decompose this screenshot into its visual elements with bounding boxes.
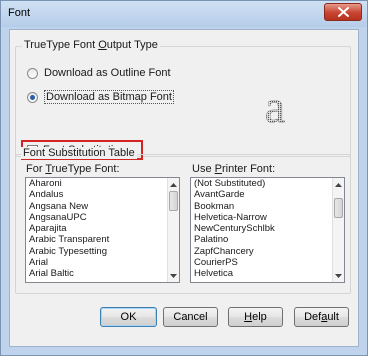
scroll-thumb[interactable]	[169, 191, 178, 211]
list-item[interactable]: Palatino	[191, 234, 344, 245]
list-item[interactable]: Arial	[26, 257, 179, 268]
printer-list-scrollbar[interactable]	[332, 178, 344, 282]
truetype-font-label: For TrueType Font:	[26, 163, 120, 175]
list-item[interactable]: Helvetica-Narrow	[191, 212, 344, 223]
printer-font-label: Use Printer Font:	[192, 163, 276, 175]
list-item[interactable]: (Not Substituted)	[191, 178, 344, 189]
help-button[interactable]: Help	[228, 307, 283, 327]
scroll-down-button[interactable]	[333, 270, 344, 281]
list-item[interactable]: CourierPS	[191, 257, 344, 268]
bitmap-a-preview-icon: a	[265, 81, 286, 132]
list-item[interactable]: AngsanaUPC	[26, 212, 179, 223]
truetype-list-scrollbar[interactable]	[167, 178, 179, 282]
scroll-down-button[interactable]	[168, 270, 179, 281]
truetype-font-list[interactable]: Aharoni Andalus Angsana New AngsanaUPC Apara…	[25, 177, 180, 283]
list-item[interactable]: Bookman	[191, 201, 344, 212]
close-icon	[338, 7, 349, 17]
window-title: Font	[8, 7, 31, 19]
font-preview: a	[254, 81, 296, 132]
list-item[interactable]: AvantGarde	[191, 189, 344, 200]
ok-button[interactable]: OK	[100, 307, 157, 327]
substitution-table-legend: Font Substitution Table	[21, 147, 137, 159]
list-item[interactable]: Arial Baltic	[26, 268, 179, 279]
radio-bitmap-label: Download as Bitmap Font	[44, 90, 174, 104]
printer-font-list[interactable]: (Not Substituted) AvantGarde Bookman Helvet…	[190, 177, 345, 283]
default-button[interactable]: Def a ult	[294, 307, 349, 327]
scroll-thumb[interactable]	[334, 198, 343, 218]
radio-outline-indicator[interactable]	[27, 67, 38, 79]
printer-font-items: (Not Substituted) AvantGarde Bookman Helvet…	[191, 178, 344, 280]
title-bar[interactable]: Font	[1, 1, 367, 27]
cancel-button[interactable]: Cancel	[163, 307, 218, 327]
preview-glyph: a	[265, 85, 285, 129]
scroll-up-arrow-icon	[335, 182, 342, 187]
list-item[interactable]: Arabic Typesetting	[26, 246, 179, 257]
radio-bitmap-indicator[interactable]	[27, 91, 38, 103]
scroll-down-arrow-icon	[335, 273, 342, 278]
scroll-up-button[interactable]	[168, 179, 179, 190]
list-item[interactable]: Aparajita	[26, 223, 179, 234]
radio-bitmap-font[interactable]: Download as Bitmap Font	[27, 90, 174, 104]
list-item[interactable]: Arabic Transparent	[26, 234, 179, 245]
truetype-font-items: Aharoni Andalus Angsana New AngsanaUPC Apara…	[26, 178, 179, 280]
scroll-up-button[interactable]	[333, 179, 344, 190]
list-item[interactable]: Aharoni	[26, 178, 179, 189]
close-button[interactable]	[324, 3, 362, 21]
radio-outline-font[interactable]: Download as Outline Font	[27, 67, 171, 79]
list-item[interactable]: ZapfChancery	[191, 246, 344, 257]
list-item[interactable]: Helvetica	[191, 268, 344, 279]
font-dialog-window: Font TrueType Font Output Type Download …	[0, 0, 368, 356]
list-item[interactable]: NewCenturySchlbk	[191, 223, 344, 234]
radio-outline-label: Download as Outline Font	[44, 67, 171, 79]
output-type-legend: TrueType Font Output Type	[22, 39, 160, 51]
list-item[interactable]: Andalus	[26, 189, 179, 200]
list-item[interactable]: Angsana New	[26, 201, 179, 212]
dialog-client-area: TrueType Font Output Type Download as Ou…	[9, 29, 359, 347]
scroll-up-arrow-icon	[170, 182, 177, 187]
scroll-down-arrow-icon	[170, 273, 177, 278]
